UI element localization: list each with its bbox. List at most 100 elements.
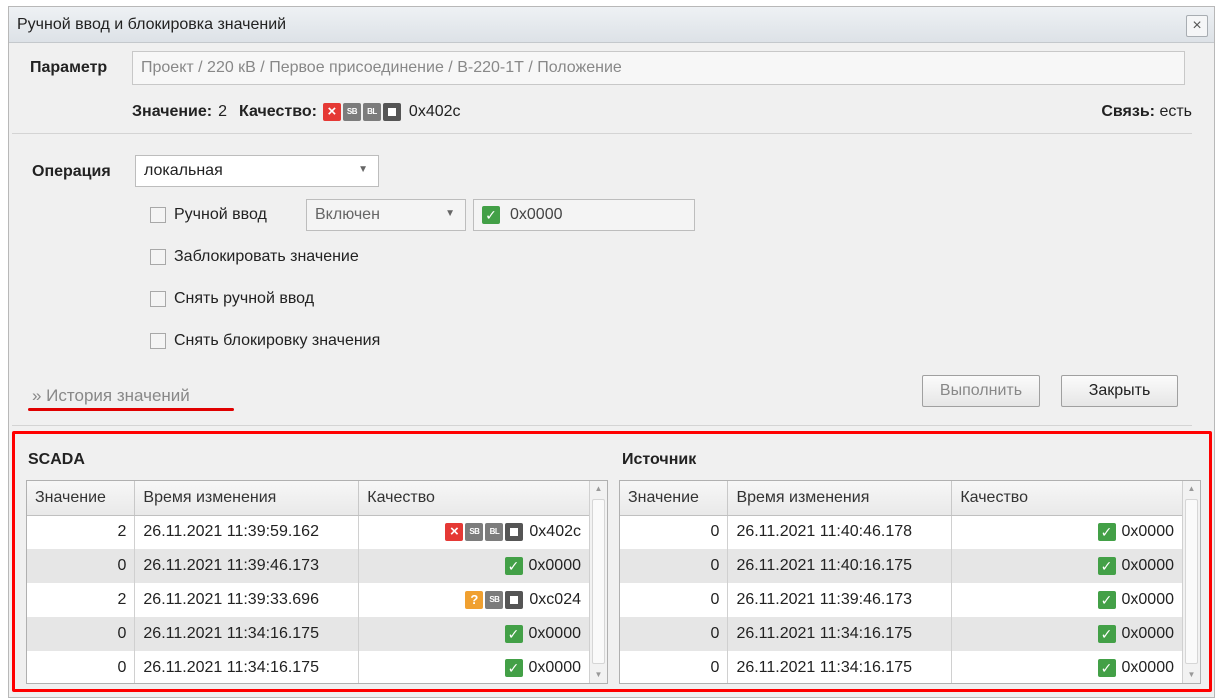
scroll-down-icon[interactable]: ▼	[1183, 667, 1200, 683]
question-orange-icon: ?	[465, 590, 484, 609]
cell-value: 0	[620, 651, 729, 683]
chevron-down-icon: ▼	[445, 208, 455, 219]
cell-value: 0	[620, 549, 729, 583]
scada-history-table[interactable]: Значение Время изменения Качество 2 26.1…	[26, 480, 608, 684]
history-toggle-link[interactable]: » История значений	[32, 386, 190, 406]
scada-title: SCADA	[28, 451, 85, 468]
parameter-label: Параметр	[30, 59, 108, 76]
cell-time: 26.11.2021 11:39:46.173	[134, 549, 360, 583]
check-green-icon: ✓	[1097, 590, 1116, 609]
column-header-time[interactable]: Время изменения	[727, 481, 953, 516]
scada-scrollbar[interactable]: ▲ ▼	[589, 481, 607, 683]
execute-button[interactable]: Выполнить	[922, 375, 1040, 407]
table-row[interactable]: 0 26.11.2021 11:34:16.175 ✓ 0x0000	[620, 651, 1183, 683]
scroll-thumb[interactable]	[592, 499, 605, 664]
parameter-path-field: Проект / 220 кВ / Первое присоединение /…	[132, 51, 1185, 85]
remove-block-checkbox[interactable]	[150, 333, 166, 349]
check-green-icon: ✓	[1097, 658, 1116, 677]
table-row[interactable]: 0 26.11.2021 11:40:16.175 ✓ 0x0000	[620, 549, 1183, 583]
cell-value: 0	[620, 515, 729, 549]
scroll-down-icon[interactable]: ▼	[590, 667, 607, 683]
bl-badge-icon: BL	[362, 103, 381, 121]
sb-badge-icon: SB	[342, 103, 361, 121]
divider	[12, 133, 1192, 134]
x-red-icon: ×	[322, 103, 341, 121]
operation-select[interactable]: локальная ▼	[135, 155, 379, 187]
block-value-option[interactable]: Заблокировать значение	[150, 248, 359, 266]
cell-quality: ✓ 0x0000	[951, 651, 1183, 683]
history-highlight-underline	[28, 408, 234, 411]
link-value: есть	[1159, 103, 1192, 120]
current-quality-code: 0x402c	[408, 103, 461, 121]
cell-quality: ✓ 0x0000	[951, 583, 1183, 617]
table-row[interactable]: 0 26.11.2021 11:40:46.178 ✓ 0x0000	[620, 515, 1183, 549]
source-history-table[interactable]: Значение Время изменения Качество 0 26.1…	[619, 480, 1201, 684]
cell-quality: ✓ 0x0000	[951, 549, 1183, 583]
square-badge-icon	[382, 103, 401, 121]
manual-quality-code: 0x0000	[510, 206, 563, 223]
cell-time: 26.11.2021 11:39:59.162	[134, 515, 360, 549]
cell-value: 2	[27, 583, 136, 617]
cell-quality: ✓ 0x0000	[951, 515, 1183, 549]
block-value-label: Заблокировать значение	[174, 248, 359, 265]
cell-quality: ✓ 0x0000	[358, 617, 590, 651]
column-header-quality[interactable]: Качество	[358, 481, 590, 516]
remove-block-label: Снять блокировку значения	[174, 332, 381, 349]
table-row[interactable]: 0 26.11.2021 11:39:46.173 ✓ 0x0000	[27, 549, 590, 583]
scroll-up-icon[interactable]: ▲	[590, 481, 607, 497]
manual-mode-select[interactable]: Включен ▼	[306, 199, 466, 231]
column-header-time[interactable]: Время изменения	[134, 481, 360, 516]
block-value-checkbox[interactable]	[150, 249, 166, 265]
remove-manual-checkbox[interactable]	[150, 291, 166, 307]
sb-badge-icon: SB	[485, 590, 504, 609]
check-green-icon: ✓	[504, 556, 523, 575]
manual-input-label: Ручной ввод	[174, 206, 267, 223]
column-header-quality[interactable]: Качество	[951, 481, 1183, 516]
check-green-icon: ✓	[1097, 523, 1116, 542]
column-header-value[interactable]: Значение	[620, 481, 729, 516]
cell-time: 26.11.2021 11:34:16.175	[727, 617, 953, 651]
quality-code: 0xc024	[529, 590, 581, 608]
check-green-icon: ✓	[504, 658, 523, 677]
check-green-icon: ✓	[482, 206, 500, 224]
check-green-icon: ✓	[1097, 624, 1116, 643]
table-row[interactable]: 0 26.11.2021 11:39:46.173 ✓ 0x0000	[620, 583, 1183, 617]
quality-code: 0x0000	[1121, 590, 1175, 608]
cell-value: 2	[27, 515, 136, 549]
close-icon[interactable]: ×	[1186, 15, 1208, 37]
cell-time: 26.11.2021 11:34:16.175	[134, 651, 360, 683]
cell-quality: ✓ 0x0000	[951, 617, 1183, 651]
operation-label: Операция	[32, 163, 111, 180]
cell-value: 0	[620, 617, 729, 651]
source-title: Источник	[622, 451, 697, 468]
cell-time: 26.11.2021 11:34:16.175	[134, 617, 360, 651]
table-row[interactable]: 0 26.11.2021 11:34:16.175 ✓ 0x0000	[27, 617, 590, 651]
scroll-up-icon[interactable]: ▲	[1183, 481, 1200, 497]
quality-code: 0x0000	[1121, 658, 1175, 676]
cell-time: 26.11.2021 11:39:33.696	[134, 583, 360, 617]
cell-time: 26.11.2021 11:39:46.173	[727, 583, 953, 617]
manual-input-option[interactable]: Ручной ввод	[150, 206, 267, 224]
table-row[interactable]: 2 26.11.2021 11:39:59.162 × SB BL 0x402c	[27, 515, 590, 549]
cell-value: 0	[620, 583, 729, 617]
column-header-value[interactable]: Значение	[27, 481, 136, 516]
value-label: Значение:	[132, 103, 213, 121]
table-row[interactable]: 0 26.11.2021 11:34:16.175 ✓ 0x0000	[620, 617, 1183, 651]
close-button[interactable]: Закрыть	[1061, 375, 1178, 407]
manual-quality-field[interactable]: ✓ 0x0000	[473, 199, 695, 231]
manual-input-checkbox[interactable]	[150, 207, 166, 223]
check-green-icon: ✓	[504, 624, 523, 643]
scroll-thumb[interactable]	[1185, 499, 1198, 664]
link-status: Связь: есть	[1101, 103, 1192, 121]
table-row[interactable]: 0 26.11.2021 11:34:16.175 ✓ 0x0000	[27, 651, 590, 683]
table-row[interactable]: 2 26.11.2021 11:39:33.696 ? SB 0xc024	[27, 583, 590, 617]
current-value: 2	[218, 103, 228, 121]
quality-code: 0x0000	[528, 624, 582, 642]
window-title: Ручной ввод и блокировка значений	[17, 16, 287, 33]
remove-manual-option[interactable]: Снять ручной ввод	[150, 290, 314, 308]
cell-value: 0	[27, 549, 136, 583]
remove-block-option[interactable]: Снять блокировку значения	[150, 332, 380, 350]
source-scrollbar[interactable]: ▲ ▼	[1182, 481, 1200, 683]
square-badge-icon	[505, 523, 524, 542]
cell-time: 26.11.2021 11:40:16.175	[727, 549, 953, 583]
